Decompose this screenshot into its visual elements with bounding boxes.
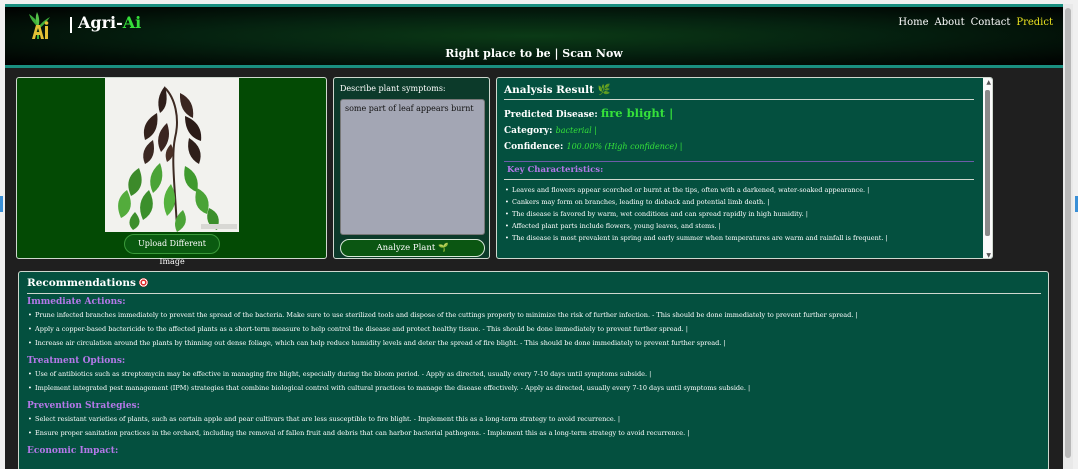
result-scrollbar[interactable]: ▲ ▼: [983, 78, 992, 258]
immediate-actions-list: Prune infected branches immediately to p…: [27, 311, 1041, 347]
prevention-strategies-list: Select resistant varieties of plants, su…: [27, 415, 1041, 437]
recommendations-title-text: Recommendations: [27, 277, 136, 289]
list-item: The disease is most prevalent in spring …: [504, 234, 974, 242]
list-item: Leaves and flowers appear scorched or bu…: [504, 186, 974, 194]
analysis-result-panel[interactable]: Analysis Result 🌿 Predicted Disease: fir…: [496, 77, 993, 259]
confidence-row: Confidence: 100.00% (High confidence) |: [504, 142, 974, 152]
brand-divider: [70, 17, 72, 33]
header: Agri-Ai Home About Contact Predict Right…: [5, 4, 1063, 68]
symptoms-textarea[interactable]: some part of leaf appears burnt: [340, 99, 485, 235]
list-item: The disease is favored by warm, wet cond…: [504, 210, 974, 218]
tagline: Right place to be | Scan Now: [445, 47, 623, 60]
recommendations-title: Recommendations: [27, 277, 1041, 294]
prevention-strategies-heading: Prevention Strategies:: [27, 401, 140, 411]
category-label: Category:: [504, 126, 553, 136]
analysis-title: Analysis Result 🌿: [504, 83, 974, 100]
key-characteristics-rule: [504, 179, 974, 180]
list-item: Apply a copper-based bactericide to the …: [27, 325, 1041, 333]
category-value: bacterial |: [555, 126, 597, 135]
predicted-disease-label: Predicted Disease:: [504, 110, 598, 120]
top-nav: Home About Contact Predict: [898, 17, 1053, 28]
analyze-plant-button[interactable]: Analyze Plant 🌱: [340, 239, 485, 257]
nav-home-link[interactable]: Home: [898, 17, 928, 28]
image-panel: Upload Different Image: [16, 77, 327, 266]
economic-impact-heading: Economic Impact:: [27, 446, 119, 456]
nav-predict-link[interactable]: Predict: [1016, 17, 1053, 28]
brand-suffix: Ai: [122, 13, 142, 32]
list-item: Select resistant varieties of plants, su…: [27, 415, 1041, 423]
result-scroll-thumb[interactable]: [985, 90, 990, 236]
recommendations-panel[interactable]: Recommendations Immediate Actions: Prune…: [18, 271, 1049, 469]
upload-different-image-button[interactable]: Upload Different Image: [124, 234, 220, 266]
plant-photo: [105, 78, 239, 232]
nav-contact-link[interactable]: Contact: [971, 17, 1011, 28]
treatment-options-heading: Treatment Options:: [27, 356, 126, 366]
page-scroll-thumb[interactable]: [1065, 8, 1071, 458]
app-frame: Agri-Ai Home About Contact Predict Right…: [5, 4, 1063, 469]
symptoms-panel: Describe plant symptoms: some part of le…: [333, 77, 490, 259]
key-characteristics-heading: Key Characteristics:: [504, 161, 974, 175]
immediate-actions-heading: Immediate Actions:: [27, 297, 126, 307]
confidence-label: Confidence:: [504, 142, 564, 152]
confidence-value: 100.00% (High confidence) |: [566, 142, 683, 151]
category-row: Category: bacterial |: [504, 126, 974, 136]
list-item: Prune infected branches immediately to p…: [27, 311, 1041, 319]
list-item: Ensure proper sanitation practices in th…: [27, 429, 1041, 437]
target-icon: [138, 278, 148, 287]
nav-about-link[interactable]: About: [935, 17, 965, 28]
predicted-disease-value: fire blight |: [600, 106, 674, 120]
list-item: Cankers may form on branches, leading to…: [504, 198, 974, 206]
left-edge-marker: [0, 196, 3, 212]
main-content: Upload Different Image Describe plant sy…: [5, 68, 1063, 469]
treatment-options-list: Use of antibiotics such as streptomycin …: [27, 370, 1041, 392]
scroll-down-arrow-icon[interactable]: ▼: [986, 252, 991, 258]
brand-prefix: Agri-: [78, 13, 123, 32]
predicted-disease-row: Predicted Disease: fire blight |: [504, 106, 974, 120]
wheat-logo-icon[interactable]: [25, 11, 55, 41]
list-item: Implement integrated pest management (IP…: [27, 384, 1041, 392]
characteristics-list: Leaves and flowers appear scorched or bu…: [504, 186, 974, 242]
list-item: Affected plant parts include flowers, yo…: [504, 222, 974, 230]
list-item: Increase air circulation around the plan…: [27, 339, 1041, 347]
scroll-up-arrow-icon[interactable]: ▲: [986, 79, 991, 86]
list-item: Use of antibiotics such as streptomycin …: [27, 370, 1041, 378]
symptoms-label: Describe plant symptoms:: [340, 84, 446, 93]
brand-name[interactable]: Agri-Ai: [78, 13, 141, 32]
